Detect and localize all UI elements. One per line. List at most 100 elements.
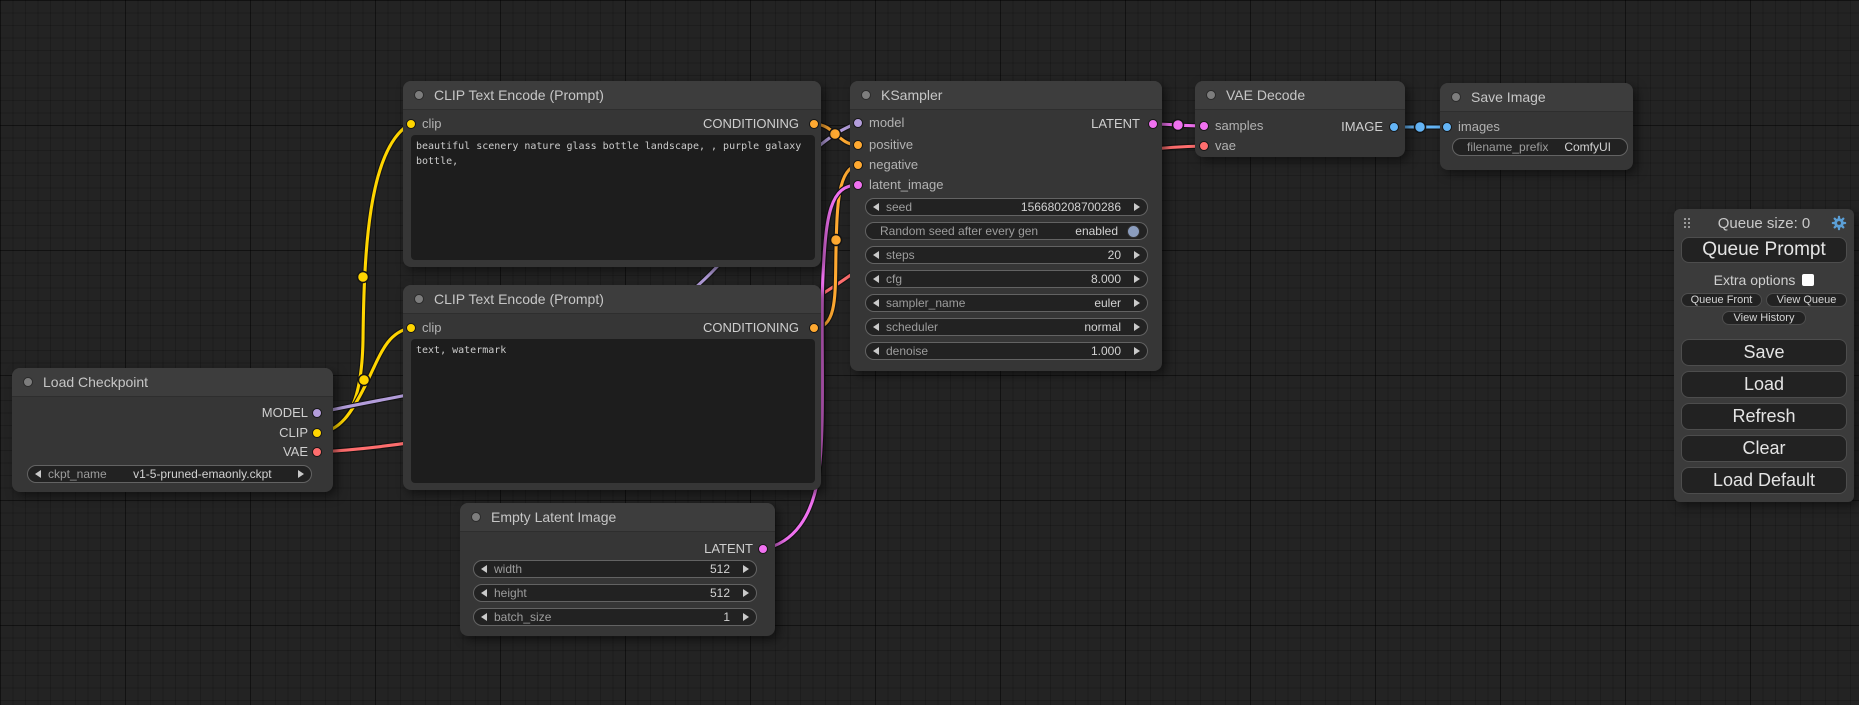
widget-height[interactable]: height 512 xyxy=(473,584,757,602)
widget-label: cfg xyxy=(886,272,902,286)
left-triangle-icon[interactable] xyxy=(481,565,487,573)
load-default-button[interactable]: Load Default xyxy=(1681,467,1847,494)
node-collapse-dot-icon[interactable] xyxy=(414,90,424,100)
left-triangle-icon[interactable] xyxy=(873,299,879,307)
input-port-positive[interactable] xyxy=(853,140,863,150)
right-triangle-icon[interactable] xyxy=(1134,251,1140,259)
node-clip-text-encode-positive[interactable]: CLIP Text Encode (Prompt) clip CONDITION… xyxy=(403,81,821,267)
widget-scheduler[interactable]: scheduler normal xyxy=(865,318,1148,336)
widget-denoise[interactable]: denoise 1.000 xyxy=(865,342,1148,360)
right-triangle-icon[interactable] xyxy=(1134,275,1140,283)
node-ksampler[interactable]: KSampler model positive negative latent_… xyxy=(850,81,1162,371)
output-label-conditioning: CONDITIONING xyxy=(703,117,799,131)
widget-random-seed[interactable]: Random seed after every gen enabled xyxy=(865,222,1148,240)
right-triangle-icon[interactable] xyxy=(743,589,749,597)
widget-width[interactable]: width 512 xyxy=(473,560,757,578)
output-label-clip: CLIP xyxy=(279,426,308,440)
node-collapse-dot-icon[interactable] xyxy=(861,90,871,100)
node-titlebar[interactable]: Save Image xyxy=(1440,83,1633,112)
queue-prompt-button[interactable]: Queue Prompt xyxy=(1681,237,1847,263)
widget-ckpt-name[interactable]: ckpt_name v1-5-pruned-emaonly.ckpt xyxy=(27,465,312,483)
widget-label: batch_size xyxy=(494,610,551,624)
node-collapse-dot-icon[interactable] xyxy=(471,512,481,522)
widget-value: 8.000 xyxy=(1091,272,1121,286)
node-collapse-dot-icon[interactable] xyxy=(414,294,424,304)
node-titlebar[interactable]: KSampler xyxy=(850,81,1162,110)
output-port-latent[interactable] xyxy=(1148,119,1158,129)
widget-value: 512 xyxy=(710,586,730,600)
node-titlebar[interactable]: Empty Latent Image xyxy=(460,503,775,532)
link-dot xyxy=(831,235,842,246)
output-port-conditioning[interactable] xyxy=(809,119,819,129)
left-triangle-icon[interactable] xyxy=(873,323,879,331)
node-load-checkpoint[interactable]: Load Checkpoint MODEL CLIP VAE ckpt_name… xyxy=(12,368,333,492)
right-triangle-icon[interactable] xyxy=(298,470,304,478)
widget-filename-prefix[interactable]: filename_prefix ComfyUI xyxy=(1452,138,1628,156)
left-triangle-icon[interactable] xyxy=(481,589,487,597)
node-empty-latent-image[interactable]: Empty Latent Image LATENT width 512 heig… xyxy=(460,503,775,636)
widget-value: normal xyxy=(1084,320,1121,334)
input-port-clip[interactable] xyxy=(406,119,416,129)
node-titlebar[interactable]: Load Checkpoint xyxy=(12,368,333,397)
prompt-textarea[interactable]: beautiful scenery nature glass bottle la… xyxy=(411,135,815,260)
input-port-negative[interactable] xyxy=(853,160,863,170)
clear-button[interactable]: Clear xyxy=(1681,435,1847,462)
node-clip-text-encode-negative[interactable]: CLIP Text Encode (Prompt) clip CONDITION… xyxy=(403,285,821,490)
widget-label: denoise xyxy=(886,344,928,358)
widget-value: enabled xyxy=(1075,224,1118,238)
widget-sampler-name[interactable]: sampler_name euler xyxy=(865,294,1148,312)
left-triangle-icon[interactable] xyxy=(873,347,879,355)
toggle-circle-icon[interactable] xyxy=(1127,225,1140,238)
node-title: VAE Decode xyxy=(1226,87,1305,103)
right-triangle-icon[interactable] xyxy=(1134,323,1140,331)
input-port-samples[interactable] xyxy=(1199,121,1209,131)
left-triangle-icon[interactable] xyxy=(35,470,41,478)
widget-label: ckpt_name xyxy=(48,467,107,481)
right-triangle-icon[interactable] xyxy=(743,565,749,573)
input-port-vae[interactable] xyxy=(1199,141,1209,151)
output-port-vae[interactable] xyxy=(312,447,322,457)
save-button[interactable]: Save xyxy=(1681,339,1847,366)
left-triangle-icon[interactable] xyxy=(873,251,879,259)
load-button[interactable]: Load xyxy=(1681,371,1847,398)
widget-seed[interactable]: seed 156680208700286 xyxy=(865,198,1148,216)
refresh-button[interactable]: Refresh xyxy=(1681,403,1847,430)
prompt-textarea[interactable]: text, watermark xyxy=(411,339,815,483)
input-port-clip[interactable] xyxy=(406,323,416,333)
widget-cfg[interactable]: cfg 8.000 xyxy=(865,270,1148,288)
output-port-model[interactable] xyxy=(312,408,322,418)
node-graph-canvas[interactable]: Load Checkpoint MODEL CLIP VAE ckpt_name… xyxy=(0,0,1859,705)
node-collapse-dot-icon[interactable] xyxy=(1206,90,1216,100)
input-port-model[interactable] xyxy=(853,118,863,128)
output-port-clip[interactable] xyxy=(312,428,322,438)
input-label-negative: negative xyxy=(869,158,918,172)
input-port-images[interactable] xyxy=(1442,122,1452,132)
right-triangle-icon[interactable] xyxy=(1134,347,1140,355)
widget-steps[interactable]: steps 20 xyxy=(865,246,1148,264)
node-save-image[interactable]: Save Image images filename_prefix ComfyU… xyxy=(1440,83,1633,170)
view-history-button[interactable]: View History xyxy=(1722,311,1806,325)
node-collapse-dot-icon[interactable] xyxy=(1451,92,1461,102)
output-port-image[interactable] xyxy=(1389,122,1399,132)
right-triangle-icon[interactable] xyxy=(1134,299,1140,307)
node-vae-decode[interactable]: VAE Decode samples vae IMAGE xyxy=(1195,81,1405,157)
view-queue-button[interactable]: View Queue xyxy=(1766,293,1847,307)
node-titlebar[interactable]: VAE Decode xyxy=(1195,81,1405,110)
input-port-latent-image[interactable] xyxy=(853,180,863,190)
node-title: CLIP Text Encode (Prompt) xyxy=(434,291,604,307)
checkbox-icon[interactable] xyxy=(1802,274,1814,286)
widget-label: height xyxy=(494,586,527,600)
right-triangle-icon[interactable] xyxy=(743,613,749,621)
left-triangle-icon[interactable] xyxy=(481,613,487,621)
output-port-conditioning[interactable] xyxy=(809,323,819,333)
node-titlebar[interactable]: CLIP Text Encode (Prompt) xyxy=(403,81,821,110)
output-port-latent[interactable] xyxy=(758,544,768,554)
queue-front-button[interactable]: Queue Front xyxy=(1681,293,1762,307)
left-triangle-icon[interactable] xyxy=(873,203,879,211)
node-titlebar[interactable]: CLIP Text Encode (Prompt) xyxy=(403,285,821,314)
widget-batch-size[interactable]: batch_size 1 xyxy=(473,608,757,626)
left-triangle-icon[interactable] xyxy=(873,275,879,283)
node-collapse-dot-icon[interactable] xyxy=(23,377,33,387)
right-triangle-icon[interactable] xyxy=(1134,203,1140,211)
gear-icon[interactable] xyxy=(1831,215,1847,231)
